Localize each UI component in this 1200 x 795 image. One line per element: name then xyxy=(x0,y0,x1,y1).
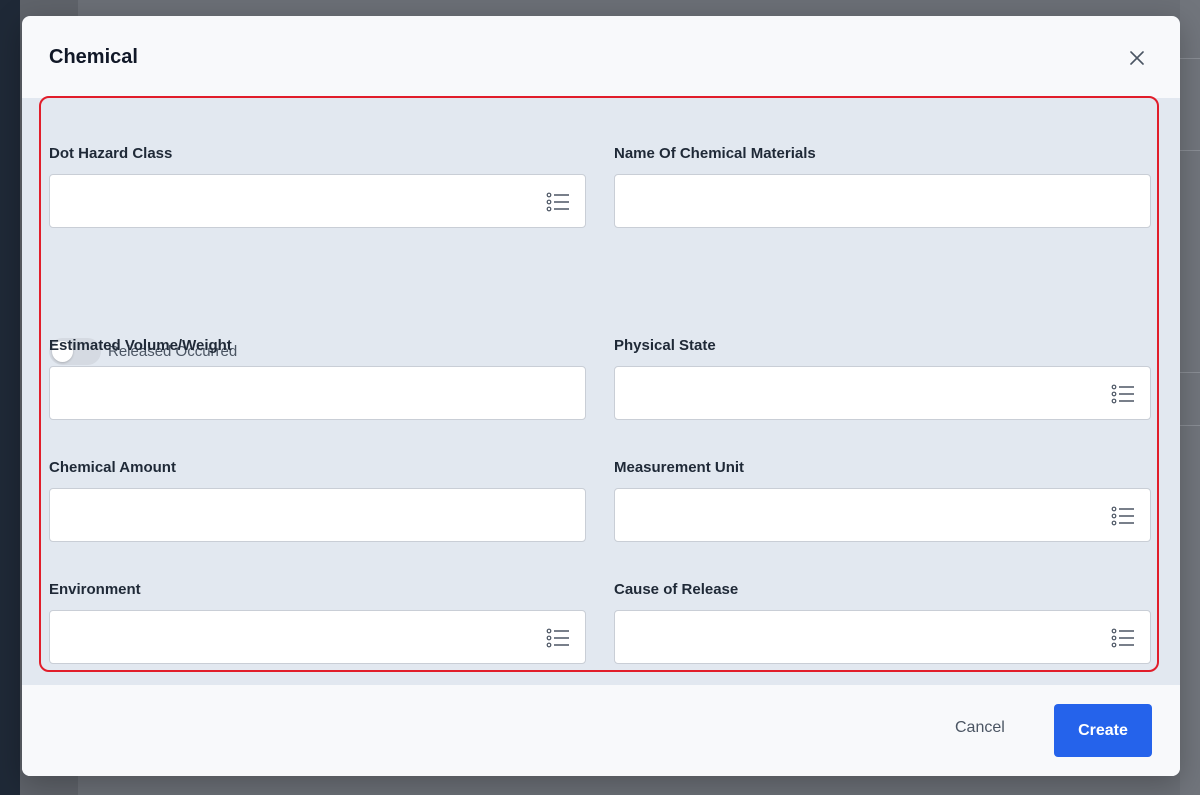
create-button[interactable]: Create xyxy=(1054,704,1152,757)
close-button[interactable] xyxy=(1125,46,1149,70)
dot-hazard-class-select[interactable] xyxy=(49,174,586,228)
environment-label: Environment xyxy=(49,581,141,598)
chemical-amount-label: Chemical Amount xyxy=(49,459,176,476)
list-icon xyxy=(546,628,569,648)
dot-hazard-class-label: Dot Hazard Class xyxy=(49,145,173,162)
estimated-volume-weight-label: Estimated Volume/Weight xyxy=(49,337,232,354)
name-of-chemical-materials-label: Name Of Chemical Materials xyxy=(614,145,816,162)
dialog-title: Chemical xyxy=(49,46,138,68)
cause-of-release-label: Cause of Release xyxy=(614,581,739,598)
name-of-chemical-materials-input[interactable] xyxy=(614,174,1151,228)
list-icon xyxy=(1111,506,1134,526)
background-page-right xyxy=(1180,0,1200,795)
cancel-button[interactable]: Cancel xyxy=(955,719,1005,737)
physical-state-label: Physical State xyxy=(614,337,716,354)
measurement-unit-select[interactable] xyxy=(614,488,1151,542)
chemical-amount-input[interactable] xyxy=(49,488,586,542)
chemical-dialog: Chemical Dot Hazard Class Name Of Chemic… xyxy=(22,16,1180,776)
close-icon xyxy=(1130,51,1144,65)
dialog-header: Chemical xyxy=(22,16,1180,98)
physical-state-select[interactable] xyxy=(614,366,1151,420)
dialog-body: Dot Hazard Class Name Of Chemical Materi… xyxy=(22,98,1180,685)
dialog-footer: Cancel Create xyxy=(22,685,1180,776)
cause-of-release-select[interactable] xyxy=(614,610,1151,664)
list-icon xyxy=(546,192,569,212)
list-icon xyxy=(1111,384,1134,404)
background-sidebar xyxy=(0,0,20,795)
environment-select[interactable] xyxy=(49,610,586,664)
list-icon xyxy=(1111,628,1134,648)
estimated-volume-weight-input[interactable] xyxy=(49,366,586,420)
measurement-unit-label: Measurement Unit xyxy=(614,459,745,476)
